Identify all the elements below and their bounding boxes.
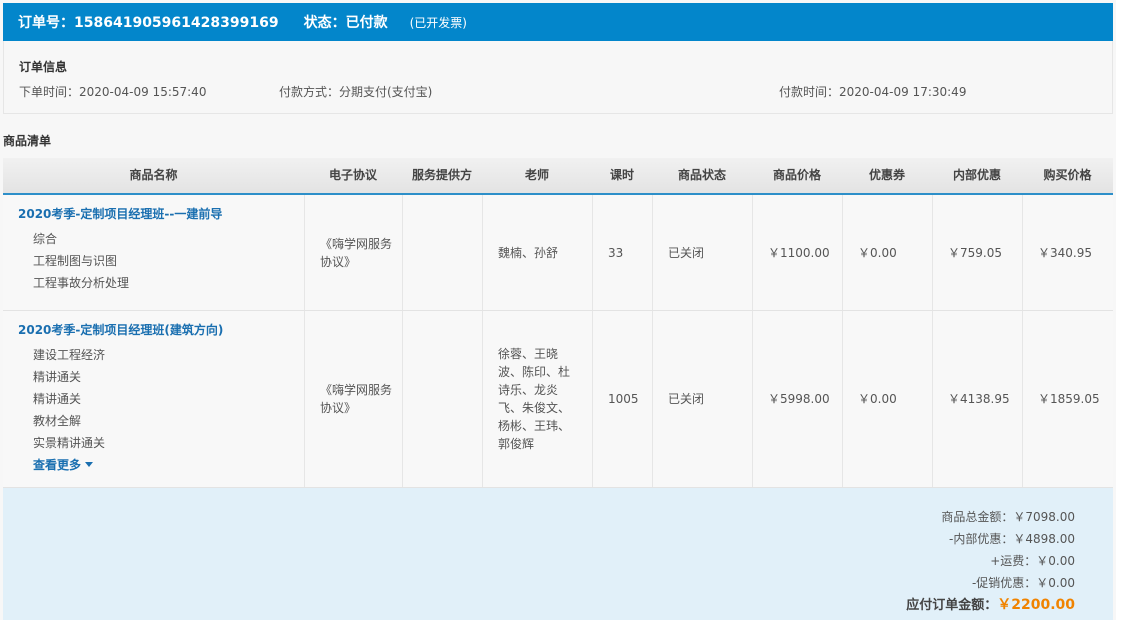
purchase-price-value: ￥340.95 [1038,245,1092,260]
product-name-cell: 2020考季-定制项目经理班--一建前导 综合 工程制图与识图 工程事故分析处理 [3,195,304,310]
table-row: 2020考季-定制项目经理班(建筑方向) 建设工程经济 精讲通关 精讲通关 教材… [3,311,1113,488]
status-value: 已关闭 [668,392,705,406]
course-subitem: 工程事故分析处理 [33,276,130,290]
order-summary: 商品总金额：￥7098.00 -内部优惠：￥4898.00 +运费：￥0.00 … [3,488,1113,620]
col-product-name: 商品名称 [129,168,178,182]
course-subitem: 精讲通关 [33,370,82,384]
status-cell: 已关闭 [652,311,752,487]
purchase-price-cell: ￥1859.05 [1022,311,1113,487]
show-more-button[interactable]: 查看更多 [18,456,223,473]
order-status: 状态：已付款 [303,15,388,31]
course-subitem: 建设工程经济 [33,348,106,362]
show-more-label: 查看更多 [33,458,82,472]
order-header: 订单号：158641905961428399169 状态：已付款 (已开发票) [3,3,1113,41]
col-price: 商品价格 [772,168,821,182]
internal-discount-cell: ￥4138.95 [932,311,1022,487]
order-info-panel: 订单信息 下单时间：2020-04-09 15:57:40 付款方式：分期支付(… [3,41,1113,114]
status-cell: 已关闭 [652,195,752,310]
goods-total: 商品总金额：￥7098.00 [941,510,1075,524]
course-subitem: 工程制图与识图 [33,254,118,268]
price-value: ￥5998.00 [768,392,830,406]
internal-discount-value: ￥4138.95 [948,392,1010,406]
teacher-value: 徐蓉、王晓波、陈印、杜诗乐、龙炎飞、朱俊文、杨彬、王玮、郭俊辉 [498,347,571,451]
hours-value: 33 [608,245,624,260]
teacher-cell: 徐蓉、王晓波、陈印、杜诗乐、龙炎飞、朱俊文、杨彬、王玮、郭俊辉 [482,311,592,487]
course-subitem: 教材全解 [33,414,82,428]
invoice-status: (已开发票) [409,15,467,30]
product-list-title: 商品清单 [3,134,52,148]
order-info-title: 订单信息 [19,60,68,74]
page-scrollbar[interactable] [1116,0,1130,620]
col-agreement: 电子协议 [328,168,377,182]
agreement-cell: 《嗨学网服务协议》 [304,195,402,310]
course-subitem: 综合 [33,232,58,246]
teacher-value: 魏楠、孙舒 [498,245,559,260]
provider-cell [402,311,482,487]
purchase-price-value: ￥1859.05 [1038,392,1100,406]
price-value: ￥1100.00 [768,245,830,260]
col-provider: 服务提供方 [411,168,472,182]
teacher-cell: 魏楠、孙舒 [482,195,592,310]
order-time: 下单时间：2020-04-09 15:57:40 [19,85,207,99]
purchase-price-cell: ￥340.95 [1022,195,1113,310]
payable-amount: ￥2200.00 [997,597,1075,613]
col-purchase-price: 购买价格 [1043,168,1092,182]
coupon-value: ￥0.00 [858,245,897,260]
table-header: 商品名称 电子协议 服务提供方 老师 课时 商品状态 商品价格 优惠券 内部优惠… [3,158,1113,195]
agreement-cell: 《嗨学网服务协议》 [304,311,402,487]
internal-discount-total: -内部优惠：￥4898.00 [949,532,1075,546]
price-cell: ￥5998.00 [752,311,842,487]
col-hours: 课时 [609,168,634,182]
hours-cell: 1005 [592,311,652,487]
product-name-cell: 2020考季-定制项目经理班(建筑方向) 建设工程经济 精讲通关 精讲通关 教材… [3,311,304,487]
col-status: 商品状态 [677,168,726,182]
internal-discount-value: ￥759.05 [948,245,1002,260]
hours-cell: 33 [592,195,652,310]
caret-down-icon [85,462,94,467]
payment-method: 付款方式：分期支付(支付宝) [279,85,433,99]
agreement-link[interactable]: 《嗨学网服务协议》 [305,381,395,417]
col-coupon: 优惠券 [868,168,905,182]
coupon-value: ￥0.00 [858,392,897,406]
internal-discount-cell: ￥759.05 [932,195,1022,310]
course-subitem: 实景精讲通关 [33,436,106,450]
coupon-cell: ￥0.00 [842,195,932,310]
promo-discount: -促销优惠：￥0.00 [971,576,1075,590]
agreement-link[interactable]: 《嗨学网服务协议》 [305,235,395,271]
provider-cell [402,195,482,310]
coupon-cell: ￥0.00 [842,311,932,487]
payable-label: 应付订单金额： [906,598,998,613]
order-number: 订单号：158641905961428399169 [18,15,279,31]
price-cell: ￥1100.00 [752,195,842,310]
col-internal-discount: 内部优惠 [952,168,1001,182]
payment-time: 付款时间：2020-04-09 17:30:49 [779,85,967,99]
status-value: 已关闭 [668,245,705,260]
course-title-link[interactable]: 2020考季-定制项目经理班--一建前导 [18,205,222,222]
table-row: 2020考季-定制项目经理班--一建前导 综合 工程制图与识图 工程事故分析处理… [3,195,1113,311]
shipping-fee: +运费：￥0.00 [990,554,1075,568]
course-title-link[interactable]: 2020考季-定制项目经理班(建筑方向) [18,321,223,338]
product-table: 商品名称 电子协议 服务提供方 老师 课时 商品状态 商品价格 优惠券 内部优惠… [3,158,1113,620]
col-teacher: 老师 [524,168,549,182]
hours-value: 1005 [608,392,639,406]
payable-total: 应付订单金额：￥2200.00 [906,594,1075,614]
course-subitem: 精讲通关 [33,392,82,406]
